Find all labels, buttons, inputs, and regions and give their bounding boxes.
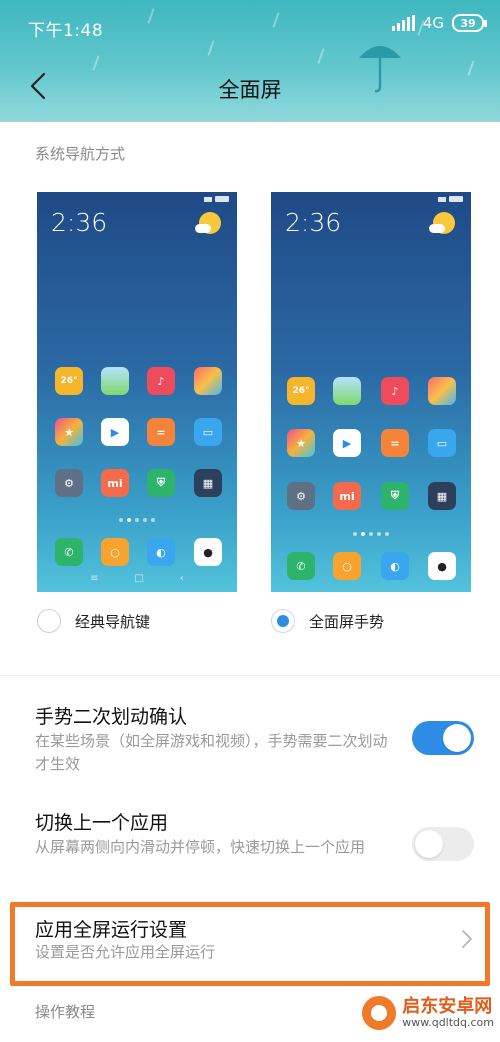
weather-icon <box>195 212 221 234</box>
settings-app-icon: ⚙ <box>55 469 83 497</box>
play-store-icon: ▶ <box>333 429 361 457</box>
gesture-confirm-toggle[interactable] <box>412 721 474 755</box>
menu-key-icon: ≡ <box>90 573 99 584</box>
nav-keys: ≡ □ ‹ <box>37 573 237 584</box>
weather-temp: 26° <box>292 386 310 396</box>
header: 下午1:48 4G 39 全面屏 <box>0 0 500 122</box>
status-indicators: 4G 39 <box>391 14 487 32</box>
camera-app-icon: ● <box>194 538 222 566</box>
gesture-nav-preview[interactable]: 2:36 26° ♪ ★ ▶ = ▭ ⚙ mi ⛨ ▦ ✆ ○ ◐ ● <box>271 192 471 592</box>
security-app-icon: ⛨ <box>147 469 175 497</box>
classic-nav-preview[interactable]: 2:36 26° ♪ ★ ▶ = ▭ ⚙ mi ⛨ ▦ ✆ ○ ◐ ● ≡ □ … <box>37 192 237 592</box>
classic-nav-option[interactable]: 经典导航键 <box>37 609 150 633</box>
watermark: 启东安卓网 www.qdltdq.com <box>362 996 494 1030</box>
watermark-name: 启东安卓网 <box>402 996 493 1018</box>
browser-app-icon: ◐ <box>147 538 175 566</box>
weather-temp: 26° <box>60 376 78 386</box>
gesture-nav-label: 全面屏手势 <box>309 612 385 631</box>
notes-app-icon: = <box>147 418 175 446</box>
camera-app-icon: ● <box>428 552 456 580</box>
toggle-knob <box>415 830 443 858</box>
browser-app-icon: ◐ <box>381 552 409 580</box>
switch-app-row[interactable]: 切换上一个应用 从屏幕两侧向内滑动并停顿，快速切换上一个应用 <box>0 798 500 898</box>
nav-section-label: 系统导航方式 <box>35 145 126 163</box>
notes-app-icon: = <box>381 429 409 457</box>
section-divider <box>0 675 500 676</box>
weather-app-icon: 26° <box>55 367 83 395</box>
files-app-icon: ▭ <box>194 418 222 446</box>
status-bar: 下午1:48 4G 39 <box>0 0 500 54</box>
toggle-knob <box>443 724 471 752</box>
preview-clock: 2:36 <box>51 208 108 237</box>
network-label: 4G <box>422 14 444 32</box>
weather-app-icon: 26° <box>287 377 315 405</box>
weather-icon <box>429 212 455 234</box>
gallery-app-icon <box>101 367 129 395</box>
play-store-icon: ▶ <box>101 418 129 446</box>
watermark-logo-icon <box>362 996 397 1030</box>
highlight-box <box>10 902 490 986</box>
switch-app-toggle[interactable] <box>412 827 474 861</box>
star-app-icon: ★ <box>55 418 83 446</box>
star-app-icon: ★ <box>287 429 315 457</box>
settings-app-icon: ⚙ <box>287 482 315 510</box>
security-app-icon: ⛨ <box>381 482 409 510</box>
files-app-icon: ▭ <box>428 429 456 457</box>
preview-status-icons <box>204 196 229 202</box>
page-title: 全面屏 <box>218 78 282 102</box>
preview-clock: 2:36 <box>285 208 342 237</box>
page-dots <box>37 518 237 522</box>
tools-folder-icon: ▦ <box>428 482 456 510</box>
gesture-confirm-row[interactable]: 手势二次划动确认 在某些场景（如全屏游戏和视频），手势需要二次划动才生效 <box>0 690 500 790</box>
phone-app-icon: ✆ <box>55 538 83 566</box>
music-app-icon: ♪ <box>147 367 175 395</box>
page-dots <box>271 532 471 536</box>
gesture-confirm-title: 手势二次划动确认 <box>35 706 188 728</box>
preview-status-icons <box>438 196 463 202</box>
classic-nav-label: 经典导航键 <box>75 612 151 631</box>
gesture-nav-option[interactable]: 全面屏手势 <box>271 609 384 633</box>
classic-nav-radio[interactable] <box>37 609 61 633</box>
gesture-nav-radio[interactable] <box>271 609 295 633</box>
status-time: 下午1:48 <box>28 21 104 41</box>
battery-level: 39 <box>460 16 476 30</box>
mi-store-icon: mi <box>333 482 361 510</box>
messages-app-icon: ○ <box>333 552 361 580</box>
switch-app-title: 切换上一个应用 <box>35 812 169 834</box>
music-app-icon: ♪ <box>381 377 409 405</box>
watermark-text: 启东安卓网 www.qdltdq.com <box>402 997 494 1029</box>
theme-app-icon <box>194 367 222 395</box>
tutorial-section-label: 操作教程 <box>35 1003 96 1021</box>
home-key-icon: □ <box>134 573 144 584</box>
signal-icon <box>391 15 415 31</box>
battery-icon: 39 <box>452 14 487 32</box>
theme-app-icon <box>428 377 456 405</box>
mi-store-icon: mi <box>101 469 129 497</box>
gallery-app-icon <box>333 377 361 405</box>
phone-app-icon: ✆ <box>287 552 315 580</box>
gesture-confirm-desc: 在某些场景（如全屏游戏和视频），手势需要二次划动才生效 <box>35 732 388 773</box>
messages-app-icon: ○ <box>101 538 129 566</box>
watermark-url: www.qdltdq.com <box>402 1015 494 1029</box>
switch-app-desc: 从屏幕两侧向内滑动并停顿，快速切换上一个应用 <box>35 838 366 856</box>
back-key-icon: ‹ <box>179 573 184 584</box>
tools-folder-icon: ▦ <box>194 469 222 497</box>
